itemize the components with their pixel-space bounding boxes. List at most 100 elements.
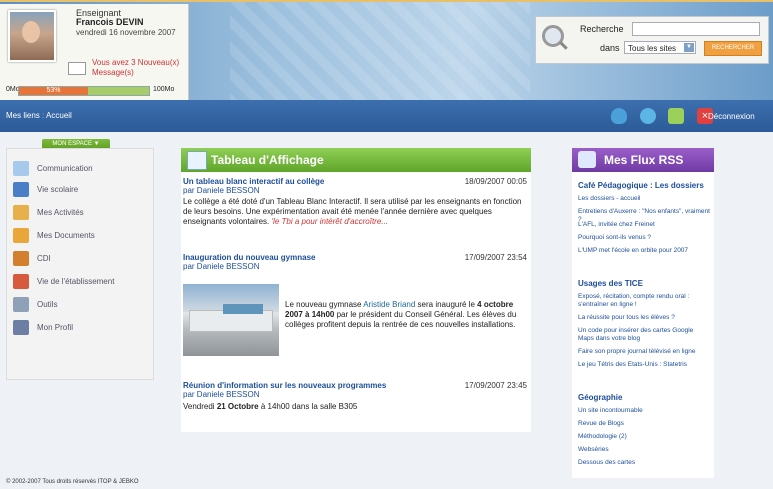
breadcrumb-page[interactable]: Accueil [46,111,72,120]
header: Enseignant Francois DEVIN vendredi 16 no… [0,0,773,102]
footer-copyright: © 2002-2007 Tous droits réservés ITOP & … [6,479,139,485]
sidebar-item-label: Vie de l'établissement [37,277,115,286]
rss-section-title[interactable]: Café Pédagogique : Les dossiers [578,181,704,190]
search-icon [542,25,564,47]
sidebar-item-label: Mon Profil [37,323,74,332]
rss-panel: Mes Flux RSS Café Pédagogique : Les doss… [572,148,714,478]
breadcrumb-root[interactable]: Mes liens [6,111,40,120]
article-text: sera inauguré le [415,300,478,309]
rss-link[interactable]: Revue de Blogs [578,420,710,428]
sidebar-item-outils[interactable]: Outils [7,295,153,315]
rss-section-title[interactable]: Géographie [578,393,622,402]
header-decoration [230,2,530,102]
rss-link[interactable]: Dessous des cartes [578,459,710,467]
sidebar-item-label: Communication [37,164,93,173]
search-scope-label: dans [600,43,620,53]
sidebar-item-label: Vie scolaire [37,185,79,194]
rss-header: Mes Flux RSS [572,148,714,172]
rss-link[interactable]: Faire son propre journal télévisé en lig… [578,348,710,356]
article-text: Le nouveau gymnase [285,300,364,309]
gym-name-link[interactable]: Aristide Briand [363,300,415,309]
read-more-link[interactable]: 'le Tbi a pour intérêt d'accroître... [272,217,388,226]
rss-link[interactable]: Les dossiers - accueil [578,195,710,203]
messages-line-1[interactable]: Vous avez 3 Nouveau(x) [92,58,179,68]
notice-board: Tableau d'Affichage Un tableau blanc int… [181,148,531,432]
rss-link[interactable]: Le jeu Tétris des Etats-Unis : Statetris [578,361,710,369]
sidebar: Communication Vie scolaire Mes Activités… [6,148,154,380]
tools-icon [13,297,29,312]
rss-link[interactable]: La réussite pour tous les élèves ? [578,314,710,322]
grid-icon[interactable] [668,108,684,124]
article-author: par Daniele BESSON [183,186,260,195]
rss-title: Mes Flux RSS [604,153,684,167]
article-body: Vendredi 21 Octobre à 14h00 dans la sall… [183,402,528,412]
heart-icon [13,182,29,197]
article-text: à 14h00 dans la salle B305 [258,402,358,411]
rss-link[interactable]: L'AFL, invitée chez Freinet [578,221,710,229]
rss-link[interactable]: L'UMP met l'école en orbite pour 2007 [578,247,710,255]
chevron-down-icon: ▼ [684,43,694,52]
search-box: Recherche dans Tous les sites ▼ RECHERCH… [535,16,769,64]
article-date: 17/09/2007 23:54 [464,253,527,262]
sidebar-item-communication[interactable]: Communication [7,159,153,179]
article-author: par Daniele BESSON [183,390,260,399]
sidebar-item-profil[interactable]: Mon Profil [7,318,153,338]
article-date: 18/09/2007 00:05 [464,177,527,186]
sidebar-item-etablissement[interactable]: Vie de l'établissement [7,272,153,292]
books-icon [13,251,29,266]
rss-link[interactable]: Pourquoi sont-ils venus ? [578,234,710,242]
user-name: Francois DEVIN [76,17,144,27]
quota-max: 100Mo [153,86,175,93]
article-text: Vendredi [183,402,217,411]
breadcrumb-separator: : [42,111,45,120]
pencil-icon [13,205,29,220]
rss-icon [578,151,596,168]
breadcrumb: Mes liens : Accueil [6,111,72,120]
shield-icon[interactable] [611,108,627,124]
article-title[interactable]: Réunion d'information sur les nouveaux p… [183,381,386,390]
gym-photo [183,284,279,356]
sidebar-item-documents[interactable]: Mes Documents [7,226,153,246]
help-icon[interactable] [640,108,656,124]
sidebar-item-label: Mes Documents [37,231,95,240]
article-body: Le collège a été doté d'un Tableau Blanc… [183,197,528,227]
mail-icon[interactable] [68,62,86,75]
board-title: Tableau d'Affichage [211,153,324,167]
rss-section-title[interactable]: Usages des TICE [578,279,643,288]
avatar [8,10,56,62]
sidebar-item-label: CDI [37,254,51,263]
search-label: Recherche [580,24,624,34]
article-title[interactable]: Inauguration du nouveau gymnase [183,253,315,262]
board-icon [187,151,207,170]
logout-link[interactable]: Déconnexion [708,112,755,121]
sidebar-item-vie-scolaire[interactable]: Vie scolaire [7,180,153,200]
sidebar-item-cdi[interactable]: CDI [7,249,153,269]
search-button[interactable]: RECHERCHER [704,41,762,56]
search-scope-value: Tous les sites [628,44,677,53]
rss-link[interactable]: Webséries [578,446,710,454]
article-author: par Daniele BESSON [183,262,260,271]
quota-bar: 53% [18,86,150,96]
communication-icon [13,161,29,176]
rss-link[interactable]: Un site incontournable [578,407,710,415]
rss-link[interactable]: Exposé, récitation, compte rendu oral : … [578,293,710,309]
rss-link[interactable]: Méthodologie (2) [578,433,710,441]
article-bold: 21 Octobre [216,402,259,411]
sidebar-item-label: Outils [37,300,58,309]
navbar: Mes liens : Accueil × Déconnexion [0,100,773,132]
rss-link[interactable]: Un code pour insérer des cartes Google M… [578,327,710,343]
sidebar-item-activites[interactable]: Mes Activités [7,203,153,223]
sidebar-item-label: Mes Activités [37,208,84,217]
profile-card-icon [13,320,29,335]
article-title[interactable]: Un tableau blanc interactif au collège [183,177,324,186]
house-icon [13,274,29,289]
board-header: Tableau d'Affichage [181,148,531,172]
search-scope-select[interactable]: Tous les sites ▼ [624,41,696,54]
folder-icon [13,228,29,243]
user-box: Enseignant Francois DEVIN vendredi 16 no… [0,4,189,100]
search-input[interactable] [632,22,760,36]
messages-link[interactable]: Vous avez 3 Nouveau(x) Message(s) [92,58,179,78]
messages-line-2[interactable]: Message(s) [92,68,179,78]
article-date: 17/09/2007 23:45 [464,381,527,390]
article-body: Le nouveau gymnase Aristide Briand sera … [285,300,527,330]
